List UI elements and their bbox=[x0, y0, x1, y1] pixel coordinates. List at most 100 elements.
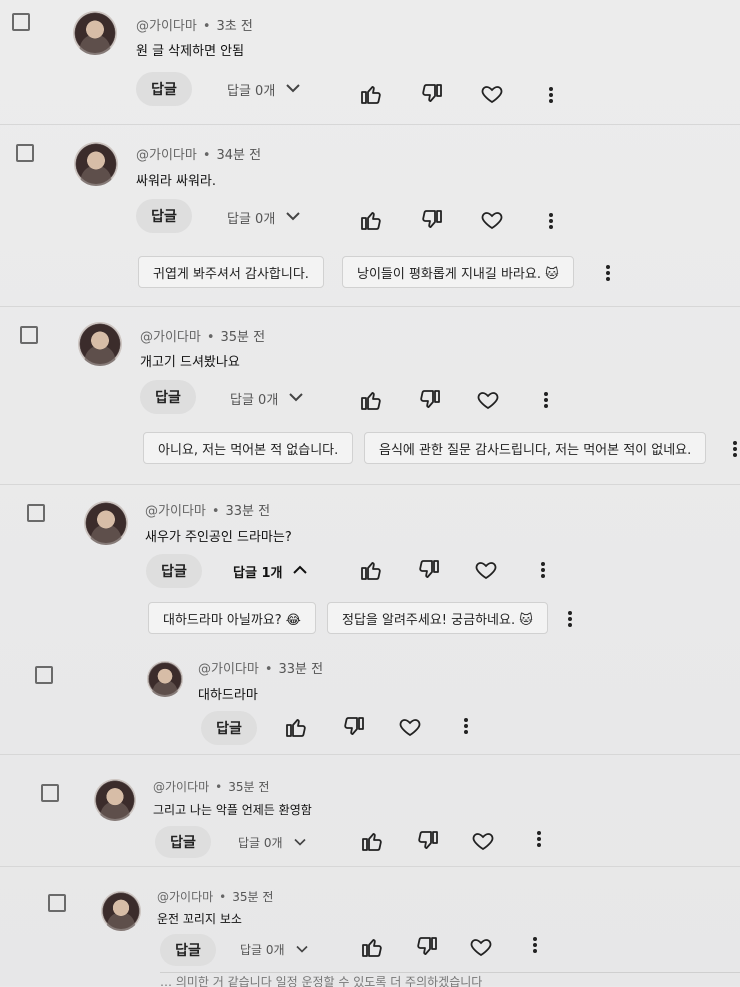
replies-count: 답글 0개 bbox=[227, 212, 276, 227]
avatar[interactable] bbox=[78, 322, 122, 366]
select-checkbox[interactable] bbox=[12, 13, 30, 31]
reply-button[interactable]: 답글 bbox=[140, 380, 196, 414]
chevron-up-icon bbox=[292, 564, 308, 580]
like-icon[interactable] bbox=[359, 208, 383, 232]
comment-text: 대하드라마 bbox=[198, 688, 258, 703]
like-icon[interactable] bbox=[359, 558, 383, 582]
comment-meta: @가이다마 • 35분 전 bbox=[157, 888, 273, 905]
comment-meta: @가이다마 • 33분 전 bbox=[198, 658, 323, 677]
reply-item: @가이다마 • 33분 전 대하드라마 답글 bbox=[0, 648, 740, 755]
heart-icon[interactable] bbox=[480, 208, 504, 232]
chevron-down-icon bbox=[288, 391, 304, 407]
more-options-icon[interactable] bbox=[605, 264, 611, 282]
comment-time: 33분 전 bbox=[278, 662, 324, 677]
like-icon[interactable] bbox=[284, 715, 308, 739]
avatar[interactable] bbox=[101, 891, 141, 931]
comment-text: 새우가 주인공인 드라마는? bbox=[145, 530, 292, 545]
author-handle[interactable]: @가이다마 bbox=[157, 890, 213, 904]
author-handle[interactable]: @가이다마 bbox=[136, 148, 197, 163]
reply-button[interactable]: 답글 bbox=[146, 554, 202, 588]
author-handle[interactable]: @가이다마 bbox=[136, 19, 197, 34]
replies-count: 답글 1개 bbox=[233, 566, 283, 581]
comment-time: 35분 전 bbox=[220, 330, 266, 345]
replies-toggle[interactable]: 답글 0개 bbox=[227, 80, 301, 99]
select-checkbox[interactable] bbox=[27, 504, 45, 522]
meta-separator: • bbox=[206, 330, 215, 345]
dislike-icon[interactable] bbox=[420, 208, 444, 232]
author-handle[interactable]: @가이다마 bbox=[198, 662, 259, 677]
reply-button[interactable]: 답글 bbox=[201, 711, 257, 745]
comment-text: 원 글 삭제하면 안됨 bbox=[136, 44, 245, 59]
more-options-icon[interactable] bbox=[567, 610, 573, 628]
dislike-icon[interactable] bbox=[415, 935, 439, 959]
author-handle[interactable]: @가이다마 bbox=[145, 504, 206, 519]
dislike-icon[interactable] bbox=[417, 558, 441, 582]
comment-text: 그리고 나는 악플 언제든 환영함 bbox=[153, 803, 312, 817]
replies-count: 답글 0개 bbox=[230, 393, 279, 408]
replies-toggle[interactable]: 답글 1개 bbox=[233, 562, 308, 581]
heart-icon[interactable] bbox=[480, 82, 504, 106]
comment-time: 34분 전 bbox=[216, 148, 262, 163]
avatar[interactable] bbox=[94, 779, 136, 821]
more-options-icon[interactable] bbox=[732, 440, 738, 458]
like-icon[interactable] bbox=[359, 388, 383, 412]
reply-button[interactable]: 답글 bbox=[155, 826, 211, 858]
replies-toggle[interactable]: 답글 0개 bbox=[230, 389, 304, 408]
avatar[interactable] bbox=[84, 501, 128, 545]
author-handle[interactable]: @가이다마 bbox=[140, 330, 201, 345]
more-options-icon[interactable] bbox=[543, 391, 549, 409]
more-options-icon[interactable] bbox=[536, 830, 542, 848]
suggested-reply-chip[interactable]: 정답을 알려주세요! 궁금하네요. 🐱 bbox=[327, 602, 548, 634]
like-icon[interactable] bbox=[360, 935, 384, 959]
dislike-icon[interactable] bbox=[420, 82, 444, 106]
partial-suggestion-row: … 의미한 거 같습니다 일정 운정할 수 있도록 더 주의하겠습니다 bbox=[160, 972, 740, 987]
heart-icon[interactable] bbox=[398, 715, 422, 739]
comment-item: @가이다마 • 35분 전 개고기 드셔봤나요 답글 답글 0개 아니요, 저는 먹… bbox=[0, 306, 740, 485]
like-icon[interactable] bbox=[360, 829, 384, 853]
more-options-icon[interactable] bbox=[548, 86, 554, 104]
replies-toggle[interactable]: 답글 0개 bbox=[240, 941, 309, 958]
comment-time: 35분 전 bbox=[228, 780, 270, 794]
replies-toggle[interactable]: 답글 0개 bbox=[238, 834, 307, 851]
reply-button[interactable]: 답글 bbox=[160, 934, 216, 966]
heart-icon[interactable] bbox=[469, 935, 493, 959]
avatar[interactable] bbox=[147, 661, 183, 697]
select-checkbox[interactable] bbox=[41, 784, 59, 802]
more-options-icon[interactable] bbox=[463, 717, 469, 735]
like-icon[interactable] bbox=[359, 82, 383, 106]
select-checkbox[interactable] bbox=[20, 326, 38, 344]
heart-icon[interactable] bbox=[471, 829, 495, 853]
author-handle[interactable]: @가이다마 bbox=[153, 780, 209, 794]
comment-item: @가이다마 • 35분 전 운전 꼬리지 보소 답글 답글 0개 bbox=[0, 866, 740, 972]
chevron-down-icon bbox=[295, 943, 309, 957]
reply-button[interactable]: 답글 bbox=[136, 199, 192, 233]
suggested-reply-chip[interactable]: 낭이들이 평화롭게 지내길 바라요. 🐱 bbox=[342, 256, 574, 288]
meta-separator: • bbox=[264, 662, 273, 677]
select-checkbox[interactable] bbox=[48, 894, 66, 912]
comments-page: @가이다마 • 3초 전 원 글 삭제하면 안됨 답글 답글 0개 @가이다마 • 34… bbox=[0, 0, 740, 987]
suggested-reply-chip[interactable]: 아니요, 저는 먹어본 적 없습니다. bbox=[143, 432, 354, 464]
dislike-icon[interactable] bbox=[418, 388, 442, 412]
more-options-icon[interactable] bbox=[548, 212, 554, 230]
more-options-icon[interactable] bbox=[540, 561, 546, 579]
heart-icon[interactable] bbox=[476, 388, 500, 412]
heart-icon[interactable] bbox=[474, 558, 498, 582]
meta-separator: • bbox=[211, 504, 220, 519]
select-checkbox[interactable] bbox=[35, 666, 53, 684]
suggested-reply-chip[interactable]: 귀엽게 봐주셔서 감사합니다. bbox=[138, 256, 324, 288]
dislike-icon[interactable] bbox=[416, 829, 440, 853]
avatar[interactable] bbox=[73, 11, 117, 55]
more-options-icon[interactable] bbox=[532, 936, 538, 954]
dislike-icon[interactable] bbox=[342, 715, 366, 739]
select-checkbox[interactable] bbox=[16, 144, 34, 162]
replies-count: 답글 0개 bbox=[238, 836, 283, 850]
meta-separator: • bbox=[215, 780, 223, 794]
suggested-reply-chip[interactable]: 음식에 관한 질문 감사드립니다, 저는 먹어본 적이 없네요. bbox=[364, 432, 707, 464]
replies-toggle[interactable]: 답글 0개 bbox=[227, 208, 301, 227]
reply-button[interactable]: 답글 bbox=[136, 72, 192, 106]
comment-meta: @가이다마 • 33분 전 bbox=[145, 500, 270, 519]
suggested-reply-chip[interactable]: 대하드라마 아닐까요? 😂 bbox=[148, 602, 316, 634]
comment-meta: @가이다마 • 3초 전 bbox=[136, 15, 253, 34]
avatar[interactable] bbox=[74, 142, 118, 186]
comment-item: @가이다마 • 3초 전 원 글 삭제하면 안됨 답글 답글 0개 bbox=[0, 0, 740, 125]
